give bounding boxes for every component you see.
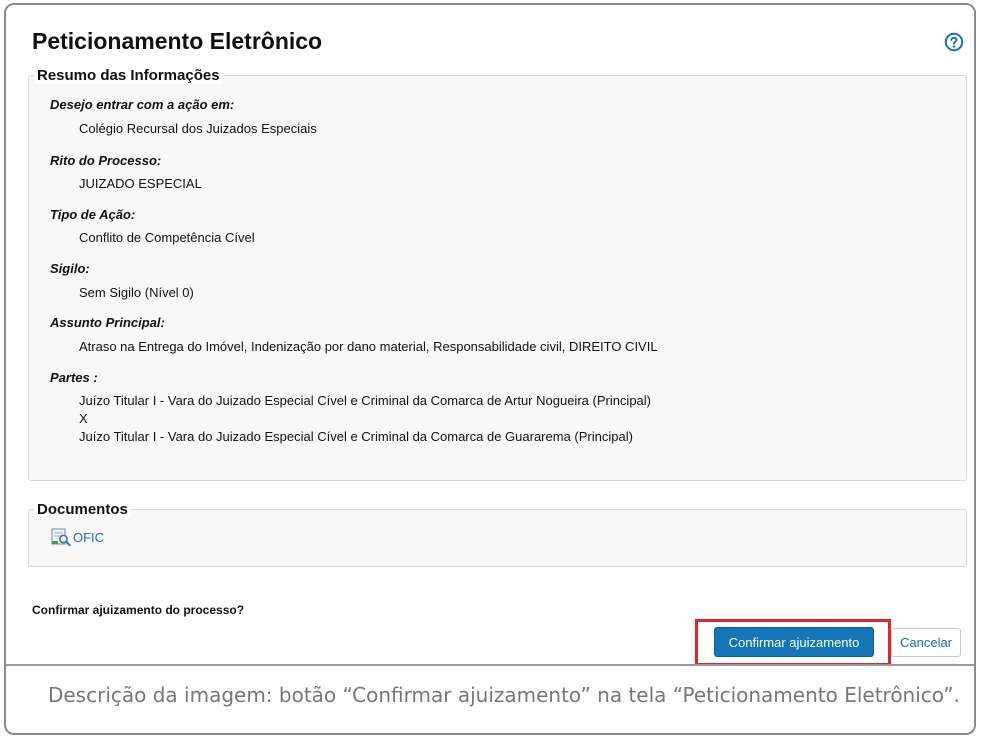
field-value-action-type: Conflito de Competência Cível bbox=[79, 230, 255, 245]
field-label-rite: Rito do Processo: bbox=[50, 153, 162, 168]
confirm-filing-button[interactable]: Confirmar ajuizamento bbox=[714, 627, 874, 657]
screenshot-frame: Peticionamento Eletrônico Resumo das Inf… bbox=[4, 3, 976, 735]
page-title: Peticionamento Eletrônico bbox=[32, 28, 323, 54]
field-value-court: Colégio Recursal dos Juizados Especiais bbox=[79, 121, 317, 136]
document-link-ofic[interactable]: OFIC bbox=[51, 528, 104, 546]
field-label-court: Desejo entrar com a ação em: bbox=[50, 97, 235, 112]
cancel-button[interactable]: Cancelar bbox=[891, 628, 961, 657]
confirm-question: Confirmar ajuizamento do processo? bbox=[32, 603, 245, 617]
field-value-rite: JUIZADO ESPECIAL bbox=[79, 176, 202, 191]
document-preview-icon bbox=[51, 528, 71, 546]
document-name: OFIC bbox=[73, 529, 105, 545]
field-label-action-type: Tipo de Ação: bbox=[50, 207, 136, 222]
image-caption: Descrição da imagem: botão “Confirmar aj… bbox=[47, 683, 961, 707]
question-circle-icon[interactable] bbox=[944, 32, 964, 52]
field-value-party-2: Juízo Titular I - Vara do Juizado Especi… bbox=[79, 429, 633, 444]
field-value-secrecy: Sem Sigilo (Nível 0) bbox=[79, 285, 194, 300]
caption-divider bbox=[6, 664, 974, 666]
field-value-party-1: Juízo Titular I - Vara do Juizado Especi… bbox=[79, 393, 651, 408]
field-label-parties: Partes : bbox=[50, 370, 98, 385]
summary-legend: Resumo das Informações bbox=[34, 67, 223, 84]
field-label-secrecy: Sigilo: bbox=[50, 261, 90, 276]
documents-panel bbox=[28, 509, 967, 567]
field-value-party-separator: X bbox=[79, 411, 88, 426]
field-value-main-subject: Atraso na Entrega do Imóvel, Indenização… bbox=[79, 339, 658, 354]
field-label-main-subject: Assunto Principal: bbox=[50, 315, 165, 330]
documents-legend: Documentos bbox=[34, 501, 131, 518]
